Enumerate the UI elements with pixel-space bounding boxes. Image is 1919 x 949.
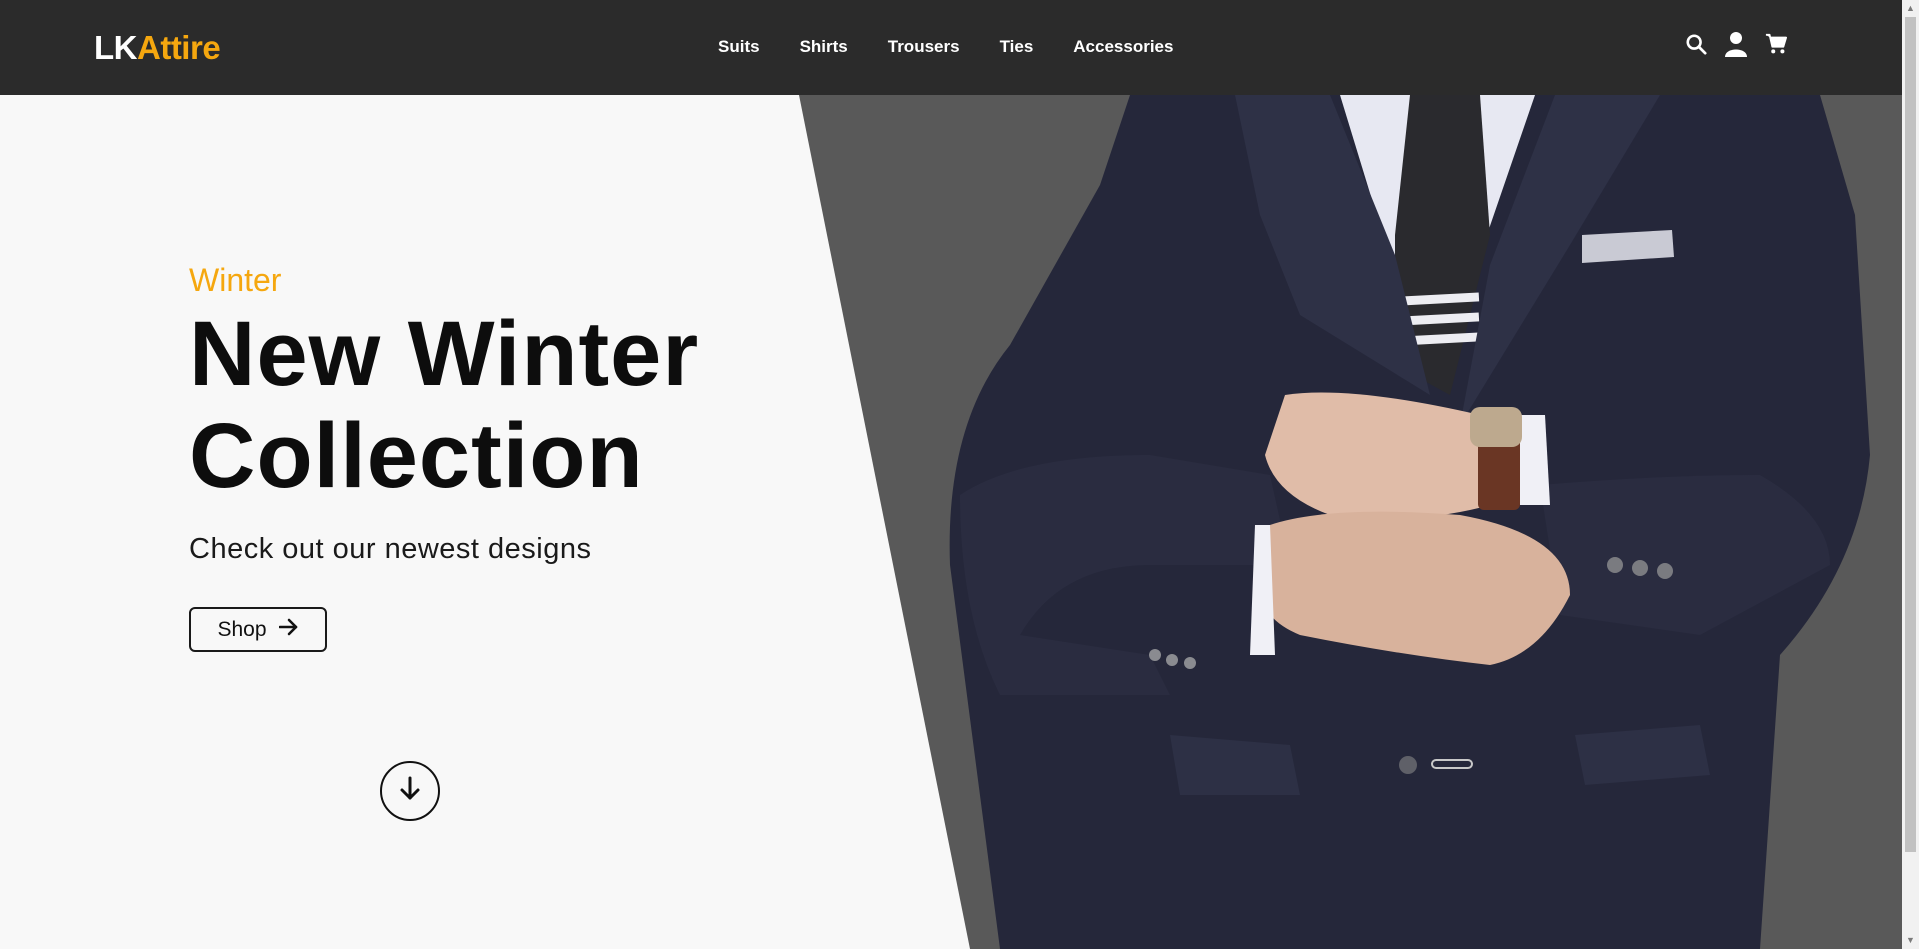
nav-item-ties[interactable]: Ties: [1000, 35, 1034, 59]
logo-lk: LK: [94, 29, 138, 66]
shop-button[interactable]: Shop: [189, 607, 327, 652]
hero-image-suit: [799, 95, 1902, 949]
hero-title-line1: New Winter: [189, 303, 700, 405]
logo-attire: Attire: [137, 29, 221, 66]
arrow-right-icon: [278, 618, 299, 642]
nav-item-suits[interactable]: Suits: [718, 35, 760, 59]
logo[interactable]: LKAttire: [94, 29, 221, 66]
cart-icon[interactable]: [1764, 30, 1788, 58]
hero-section: Winter New Winter Collection Check out o…: [0, 95, 1902, 949]
scroll-up-arrow-icon[interactable]: ▲: [1902, 0, 1919, 17]
hero-title-line2: Collection: [189, 405, 644, 507]
top-navigation-bar: LKAttire Suits Shirts Trousers Ties Acce…: [0, 0, 1902, 95]
main-nav: Suits Shirts Trousers Ties Accessories: [718, 35, 1213, 59]
header-icons: [1684, 30, 1788, 58]
arrow-down-icon: [399, 776, 421, 807]
user-icon[interactable]: [1724, 30, 1748, 58]
scroll-down-arrow-icon[interactable]: ▼: [1902, 932, 1919, 949]
scroll-down-button[interactable]: [380, 761, 440, 821]
hero-eyebrow: Winter: [189, 262, 282, 298]
nav-item-trousers[interactable]: Trousers: [888, 35, 960, 59]
nav-item-accessories[interactable]: Accessories: [1073, 35, 1173, 59]
hero-subtitle: Check out our newest designs: [189, 533, 592, 565]
nav-item-shirts[interactable]: Shirts: [800, 35, 848, 59]
scrollbar-thumb[interactable]: [1905, 17, 1916, 852]
page-scrollbar[interactable]: ▲ ▼: [1902, 0, 1919, 949]
search-icon[interactable]: [1684, 30, 1708, 58]
hero-title: New Winter Collection: [189, 303, 829, 507]
shop-button-label: Shop: [217, 617, 267, 641]
